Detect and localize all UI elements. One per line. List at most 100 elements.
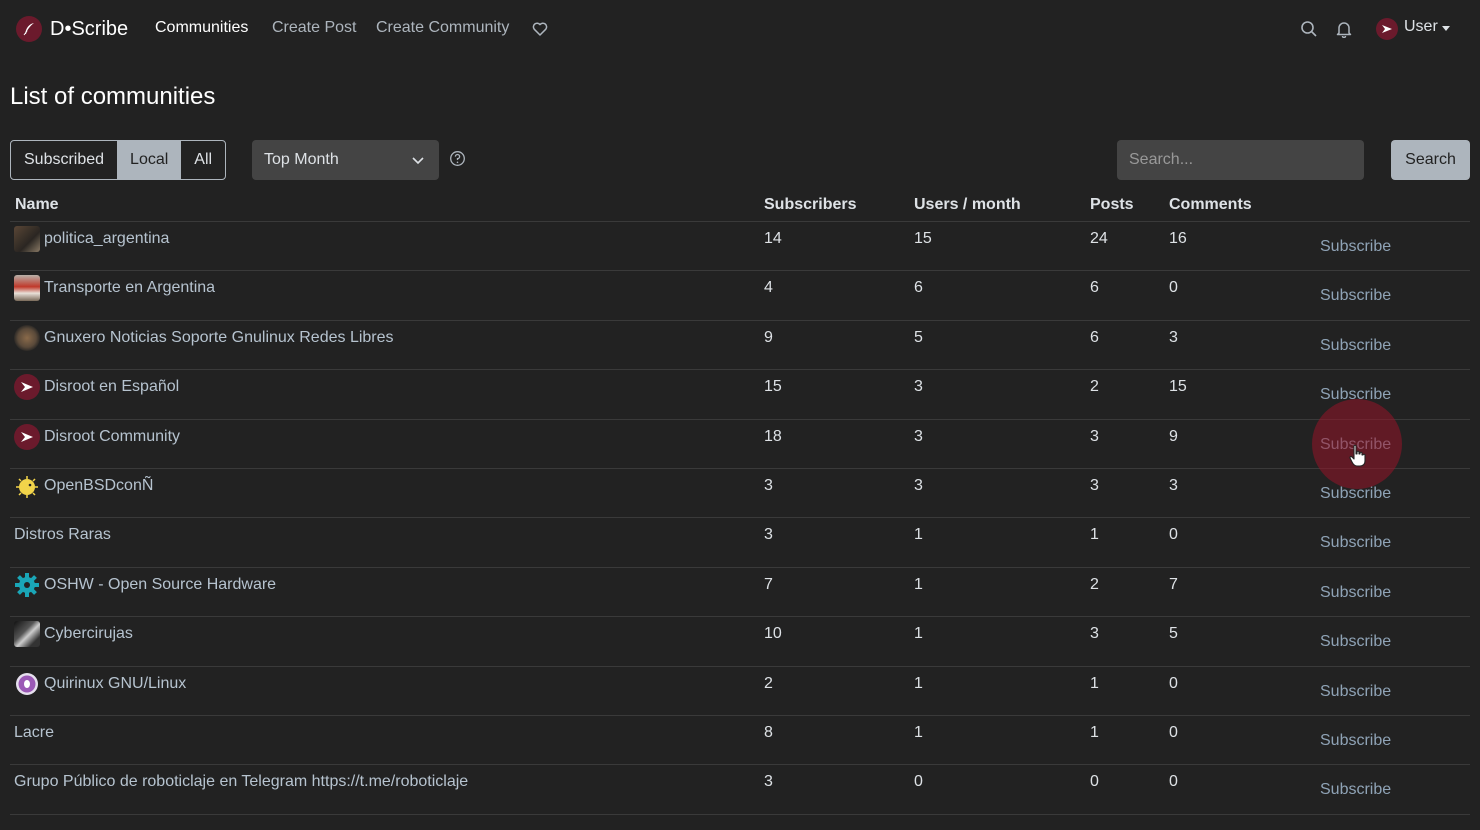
table-row: OSHW - Open Source Hardware 7 1 2 7 Subs… (10, 568, 1470, 618)
user-avatar-icon[interactable] (1376, 18, 1398, 40)
table-row: Disroot en Español 15 3 2 15 Subscribe (10, 370, 1470, 420)
users-month-count: 5 (914, 328, 923, 346)
header-subscribers[interactable]: Subscribers (764, 196, 856, 214)
community-name[interactable]: Quirinux GNU/Linux (44, 671, 186, 693)
community-name[interactable]: Gnuxero Noticias Soporte Gnulinux Redes … (44, 325, 394, 347)
users-month-count: 3 (914, 427, 923, 445)
subscribers-count: 4 (764, 279, 773, 297)
subscribers-count: 18 (764, 427, 782, 445)
community-link[interactable]: Disroot Community (14, 423, 180, 450)
disroot-icon (14, 374, 40, 401)
posts-count: 6 (1090, 328, 1099, 346)
posts-count: 1 (1090, 526, 1099, 544)
comments-count: 5 (1169, 625, 1178, 643)
community-link[interactable]: politica_argentina (14, 226, 169, 252)
community-link[interactable]: Quirinux GNU/Linux (14, 671, 186, 697)
subscribe-button[interactable]: Subscribe (1320, 534, 1391, 552)
page-title: List of communities (10, 83, 216, 110)
user-menu-toggle[interactable]: User (1404, 18, 1438, 36)
users-month-count: 15 (914, 230, 932, 247)
table-row: Lacre 8 1 1 0 Subscribe (10, 716, 1470, 766)
users-month-count: 3 (914, 378, 923, 396)
comments-count: 16 (1169, 230, 1187, 247)
subscribe-button[interactable]: Subscribe (1320, 238, 1391, 256)
nav-create-post[interactable]: Create Post (272, 19, 356, 37)
table-row: OpenBSDconÑ 3 3 3 3 Subscribe (10, 469, 1470, 519)
community-link[interactable]: OpenBSDconÑ (14, 473, 153, 499)
search-input[interactable] (1117, 140, 1364, 180)
users-month-count: 1 (914, 674, 923, 692)
header-posts[interactable]: Posts (1090, 196, 1134, 214)
users-month-count: 1 (914, 625, 923, 643)
hand-cursor-icon (1348, 444, 1368, 473)
community-name[interactable]: Disroot en Español (44, 374, 179, 396)
search-icon[interactable] (1300, 20, 1318, 43)
brand-name: D•Scribe (50, 17, 129, 40)
subscribe-button[interactable]: Subscribe (1320, 732, 1391, 750)
users-month-count: 0 (914, 773, 923, 791)
listing-type-toggle: Subscribed Local All (10, 140, 227, 180)
subscribe-button[interactable]: Subscribe (1320, 683, 1391, 701)
chevron-down-icon[interactable] (1442, 26, 1450, 31)
subscribe-button[interactable]: Subscribe (1320, 781, 1391, 799)
subscribers-count: 3 (764, 773, 773, 791)
heart-icon[interactable] (532, 21, 548, 42)
pufferfish-icon (14, 473, 40, 499)
community-link[interactable]: Distros Raras (14, 522, 111, 544)
question-circle-icon[interactable] (449, 150, 466, 172)
community-name[interactable]: Lacre (14, 720, 54, 742)
community-name[interactable]: Grupo Público de roboticlaje en Telegram… (14, 769, 468, 791)
community-link[interactable]: Transporte en Argentina (14, 275, 215, 302)
community-link[interactable]: OSHW - Open Source Hardware (14, 572, 276, 598)
community-link[interactable]: Lacre (14, 720, 54, 742)
posts-count: 24 (1090, 230, 1108, 247)
subscribe-button[interactable]: Subscribe (1320, 287, 1391, 305)
subscribers-count: 2 (764, 674, 773, 692)
table-header: Name Subscribers Users / month Posts Com… (10, 186, 1470, 222)
subscribe-button[interactable]: Subscribe (1320, 584, 1391, 602)
comments-count: 0 (1169, 674, 1178, 692)
comments-count: 0 (1169, 279, 1178, 297)
community-link[interactable]: Grupo Público de roboticlaje en Telegram… (14, 769, 468, 791)
community-name[interactable]: Distros Raras (14, 522, 111, 544)
community-link[interactable]: Disroot en Español (14, 374, 179, 401)
posts-count: 0 (1090, 773, 1099, 791)
subscribe-button[interactable]: Subscribe (1320, 337, 1391, 355)
nav-communities[interactable]: Communities (155, 19, 248, 37)
filter-subscribed[interactable]: Subscribed (11, 141, 117, 179)
community-name[interactable]: Disroot Community (44, 424, 180, 446)
search-button[interactable]: Search (1391, 140, 1470, 180)
subscribers-count: 9 (764, 328, 773, 346)
community-avatar-icon (14, 275, 40, 302)
subscribe-button[interactable]: Subscribe (1320, 633, 1391, 651)
community-name[interactable]: Cybercirujas (44, 621, 133, 643)
community-name[interactable]: OpenBSDconÑ (44, 473, 153, 495)
users-month-count: 1 (914, 526, 923, 544)
bell-icon[interactable] (1335, 20, 1353, 43)
community-link[interactable]: Cybercirujas (14, 621, 133, 648)
filter-local[interactable]: Local (117, 141, 182, 179)
comments-count: 3 (1169, 328, 1178, 346)
table-row: Transporte en Argentina 4 6 6 0 Subscrib… (10, 271, 1470, 321)
posts-count: 2 (1090, 378, 1099, 396)
communities-table: Name Subscribers Users / month Posts Com… (10, 186, 1470, 815)
sort-select-value: Top Month (264, 151, 339, 168)
community-avatar-icon (14, 621, 40, 648)
community-link[interactable]: Gnuxero Noticias Soporte Gnulinux Redes … (14, 324, 394, 351)
community-name[interactable]: OSHW - Open Source Hardware (44, 572, 276, 594)
community-name[interactable]: Transporte en Argentina (44, 275, 215, 297)
nav-create-community[interactable]: Create Community (376, 19, 509, 37)
header-users-month[interactable]: Users / month (914, 196, 1021, 214)
table-row: politica_argentina 14 15 24 16 Subscribe (10, 222, 1470, 272)
sort-select[interactable]: Top Month (252, 140, 439, 180)
community-name[interactable]: politica_argentina (44, 226, 169, 248)
brand-link[interactable]: D•Scribe (16, 16, 128, 42)
posts-count: 3 (1090, 427, 1099, 445)
comments-count: 15 (1169, 378, 1187, 396)
subscribers-count: 15 (764, 378, 782, 396)
header-comments[interactable]: Comments (1169, 196, 1252, 214)
filter-all[interactable]: All (181, 141, 225, 179)
header-name[interactable]: Name (15, 196, 59, 214)
users-month-count: 3 (914, 476, 923, 494)
community-avatar-icon (14, 226, 40, 252)
